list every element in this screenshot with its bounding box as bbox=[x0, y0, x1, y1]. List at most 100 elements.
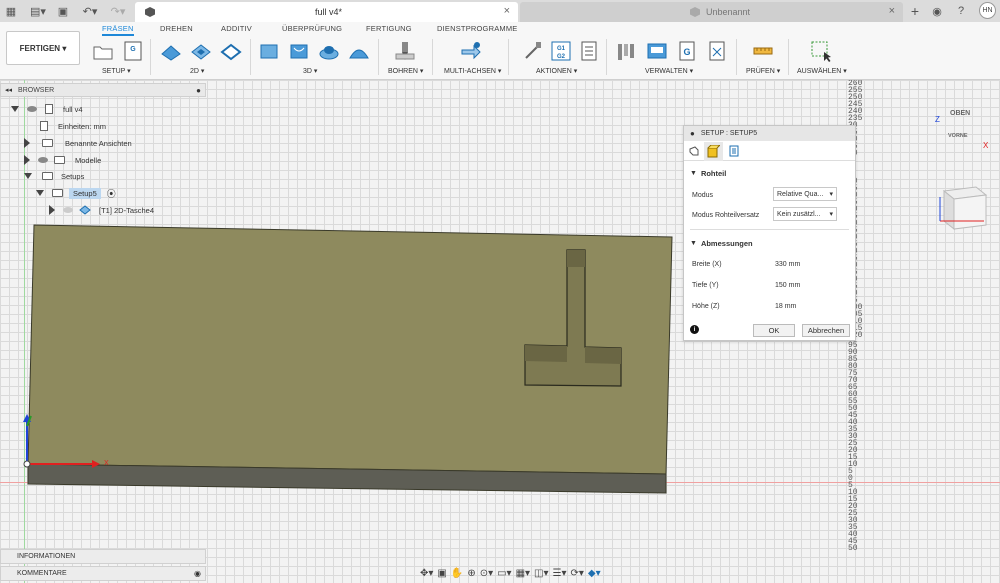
machine-library-icon[interactable] bbox=[646, 40, 668, 62]
tab-dienstprogramme[interactable]: DIENSTPROGRAMME bbox=[437, 24, 518, 33]
group-3d-label[interactable]: 3D ▾ bbox=[303, 67, 317, 75]
2d-adaptive-icon[interactable] bbox=[160, 40, 182, 62]
browser-header[interactable]: ◂◂ BROWSER ● bbox=[0, 83, 206, 97]
tab-unbenannt[interactable]: Unbenannt × bbox=[520, 2, 903, 22]
post-process-icon[interactable]: G1G2 bbox=[550, 40, 572, 62]
3d-pocket-icon[interactable] bbox=[288, 40, 310, 62]
close-tab-icon[interactable]: × bbox=[504, 5, 510, 17]
section-rohteil[interactable]: ▼ Rohteil bbox=[684, 166, 855, 180]
refresh-icon[interactable]: ⟳▾ bbox=[571, 568, 584, 579]
look-at-icon[interactable]: ▣ bbox=[437, 568, 446, 579]
display-settings-icon[interactable]: ▭▾ bbox=[497, 568, 511, 579]
workspace-switcher[interactable]: FERTIGEN ▾ bbox=[6, 31, 80, 65]
apps-grid-icon[interactable]: ▦ bbox=[4, 3, 18, 19]
post-library-icon[interactable]: G bbox=[676, 40, 698, 62]
3d-parallel-icon[interactable] bbox=[348, 40, 370, 62]
expand-icon[interactable] bbox=[49, 205, 55, 215]
new-tab-icon[interactable]: + bbox=[908, 3, 922, 19]
information-panel[interactable]: INFORMATIONEN bbox=[0, 549, 206, 564]
grid-settings-icon[interactable]: ▦▾ bbox=[516, 568, 530, 579]
tree-row-setups[interactable]: Setups bbox=[0, 168, 84, 184]
view-cube-top-label[interactable]: OBEN bbox=[950, 110, 970, 117]
job-status-icon[interactable]: ◉ bbox=[930, 3, 944, 19]
3d-steep-shallow-icon[interactable] bbox=[318, 40, 340, 62]
pan-icon[interactable]: ✋ bbox=[451, 568, 463, 579]
stock-tab-active[interactable] bbox=[704, 142, 723, 161]
tab-fertigung[interactable]: FERTIGUNG bbox=[366, 24, 412, 33]
tab-additiv[interactable]: ADDITIV bbox=[221, 24, 252, 33]
group-multi-label[interactable]: MULTI-ACHSEN ▾ bbox=[444, 67, 501, 75]
avatar[interactable]: HN bbox=[979, 2, 996, 19]
tab-fraesen[interactable]: FRÄSEN bbox=[102, 24, 134, 36]
view-cube[interactable] bbox=[934, 177, 994, 235]
group-pruefen-label[interactable]: PRÜFEN ▾ bbox=[746, 67, 780, 75]
close-tab-icon[interactable]: × bbox=[889, 5, 895, 17]
tree-row-setup5[interactable]: Setup5 ⦿ bbox=[0, 185, 116, 201]
file-menu-icon[interactable]: ▤▾ bbox=[28, 3, 48, 19]
group-aktionen-label[interactable]: AKTIONEN ▾ bbox=[536, 67, 577, 75]
eye-icon[interactable] bbox=[27, 106, 37, 112]
tree-row-named-views[interactable]: Benannte Ansichten bbox=[0, 135, 132, 151]
expand-icon[interactable] bbox=[11, 106, 19, 112]
group-2d-label[interactable]: 2D ▾ bbox=[190, 67, 204, 75]
comments-panel[interactable]: KOMMENTARE ◉ bbox=[0, 566, 206, 581]
save-icon[interactable]: ▣ bbox=[56, 3, 70, 19]
comments-toggle-icon[interactable]: ◉ bbox=[194, 569, 201, 578]
undo-icon[interactable]: ↶▾ bbox=[80, 3, 100, 19]
browser-menu-icon[interactable]: ● bbox=[196, 86, 201, 95]
ok-button[interactable]: OK bbox=[753, 324, 795, 337]
dialog-header[interactable]: ● SETUP : SETUP5 bbox=[684, 126, 855, 141]
post-process-tab-icon[interactable] bbox=[728, 145, 740, 157]
zoom-icon[interactable]: ⊕ bbox=[467, 568, 475, 579]
orbit-icon[interactable]: ✥▾ bbox=[420, 568, 433, 579]
expand-icon[interactable] bbox=[36, 190, 44, 196]
tree-row-units[interactable]: Einheiten: mm bbox=[0, 118, 106, 134]
section-abmessungen[interactable]: ▼ Abmessungen bbox=[684, 236, 855, 250]
zoom-window-icon[interactable]: ⊙▾ bbox=[480, 568, 493, 579]
2d-pocket-icon[interactable] bbox=[190, 40, 212, 62]
layer-icon[interactable]: ☰▾ bbox=[553, 568, 567, 579]
svg-text:G: G bbox=[683, 47, 690, 57]
eye-icon[interactable] bbox=[63, 207, 73, 213]
tree-row-root[interactable]: full v4 bbox=[0, 101, 83, 117]
effects-icon[interactable]: ◆▾ bbox=[588, 568, 601, 579]
view-cube-front-label[interactable]: VORNE bbox=[948, 133, 968, 139]
tree-row-operation[interactable]: [T1] 2D-Tasche4 bbox=[0, 202, 154, 218]
group-verwalten-label[interactable]: VERWALTEN ▾ bbox=[645, 67, 693, 75]
modus-select[interactable]: Relative Qua... bbox=[773, 187, 837, 201]
template-library-icon[interactable] bbox=[706, 40, 728, 62]
group-auswaehlen-label[interactable]: AUSWÄHLEN ▾ bbox=[797, 67, 847, 75]
tree-row-models[interactable]: Modelle bbox=[0, 152, 101, 168]
2d-contour-icon[interactable] bbox=[220, 40, 242, 62]
redo-icon[interactable]: ↷▾ bbox=[108, 3, 128, 19]
simulate-icon[interactable] bbox=[522, 40, 544, 62]
select-icon[interactable] bbox=[810, 40, 832, 62]
measure-icon[interactable] bbox=[752, 40, 774, 62]
setup-tab-icon[interactable] bbox=[688, 145, 700, 157]
tab-drehen[interactable]: DREHEN bbox=[160, 24, 193, 33]
help-icon[interactable]: ? bbox=[954, 3, 968, 19]
group-bohren-label[interactable]: BOHREN ▾ bbox=[388, 67, 423, 75]
tool-library-icon[interactable] bbox=[616, 40, 638, 62]
eye-icon[interactable] bbox=[38, 157, 48, 163]
dialog-close-icon[interactable]: ● bbox=[690, 129, 695, 138]
divider bbox=[788, 39, 789, 75]
multi-axis-icon[interactable] bbox=[460, 40, 482, 62]
viewports-icon[interactable]: ◫▾ bbox=[534, 568, 548, 579]
nc-program-icon[interactable]: G bbox=[122, 40, 144, 62]
active-setup-icon[interactable]: ⦿ bbox=[107, 187, 116, 200]
expand-icon[interactable] bbox=[24, 173, 32, 179]
cancel-button[interactable]: Abbrechen bbox=[802, 324, 850, 337]
expand-icon[interactable] bbox=[24, 155, 30, 165]
setup-folder-icon[interactable] bbox=[92, 40, 114, 62]
info-icon[interactable]: i bbox=[690, 325, 699, 334]
expand-icon[interactable] bbox=[24, 138, 30, 148]
drill-icon[interactable] bbox=[394, 40, 416, 62]
rohteilversatz-select[interactable]: Kein zusätzl... bbox=[773, 207, 837, 221]
setup-sheet-icon[interactable] bbox=[578, 40, 600, 62]
tab-full-v4[interactable]: full v4* × bbox=[135, 2, 518, 22]
3d-adaptive-icon[interactable] bbox=[258, 40, 280, 62]
collapse-panel-icon[interactable]: ◂◂ bbox=[5, 86, 12, 94]
tab-ueberpruefung[interactable]: ÜBERPRÜFUNG bbox=[282, 24, 342, 33]
group-setup-label[interactable]: SETUP ▾ bbox=[102, 67, 131, 75]
